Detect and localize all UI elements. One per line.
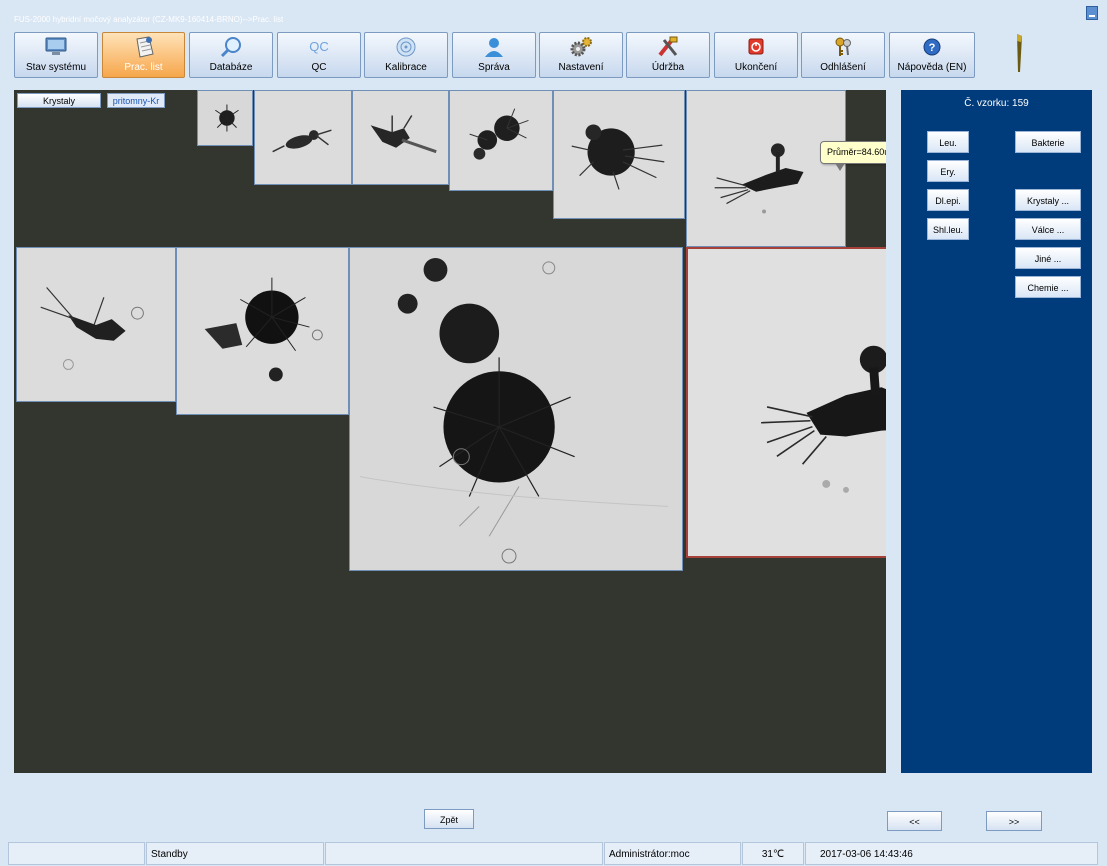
crystal-image-tile[interactable] (449, 90, 553, 191)
tab-label: Databáze (209, 62, 253, 73)
tools-icon (655, 36, 681, 58)
keys-icon (830, 36, 856, 58)
tab-label: Odhlášení (820, 62, 866, 73)
crystal-image-tile[interactable] (254, 90, 352, 185)
status-state: Standby (146, 842, 324, 865)
pen-icon (1017, 34, 1022, 72)
tab-label: Správa (478, 62, 510, 73)
back-button[interactable]: Zpět (424, 809, 474, 829)
crystal-image-tile[interactable] (197, 90, 253, 146)
tab-label: Kalibrace (385, 62, 427, 73)
tab-label: Údržba (651, 62, 685, 73)
status-datetime: 2017-03-06 14:43:46 (805, 842, 1098, 865)
tab-databaze[interactable]: Databáze (189, 32, 273, 78)
class-button-bakterie[interactable]: Bakterie (1015, 131, 1081, 153)
crystal-image-tile[interactable] (176, 247, 349, 415)
next-page-button[interactable]: >> (986, 811, 1042, 831)
power-icon (743, 36, 769, 58)
class-button-shl-leu[interactable]: Shl.leu. (927, 218, 969, 240)
qc-icon: QC (306, 36, 332, 58)
tab-label: Stav systému (25, 62, 87, 73)
status-cell-empty (8, 842, 145, 865)
class-button-leu[interactable]: Leu. (927, 131, 969, 153)
sample-number: Č. vzorku: 159 (964, 98, 1029, 109)
crystal-image-tile[interactable] (16, 247, 176, 402)
class-button-valce[interactable]: Válce ... (1015, 218, 1081, 240)
status-user: Administrátor:moc (604, 842, 741, 865)
tab-label: Prac. list (124, 62, 163, 73)
tab-label: Ukončení (734, 62, 778, 73)
main-toolbar: Stav systému Prac. list Databáze QC QC K… (14, 32, 994, 78)
crystal-image-tile[interactable] (352, 90, 449, 185)
crystal-image-tile[interactable] (686, 90, 846, 247)
svg-text:QC: QC (309, 39, 329, 54)
calibration-icon (393, 36, 419, 58)
tab-qc[interactable]: QC QC (277, 32, 361, 78)
crystal-image-tile[interactable] (553, 90, 685, 219)
crystal-image-tile-selected[interactable] (686, 247, 886, 558)
tab-stav-systemu[interactable]: Stav systému (14, 32, 98, 78)
image-workspace: Krystaly pritomny-Kr Průměr=84.60um (14, 90, 886, 773)
monitor-icon (43, 36, 69, 58)
class-button-chemie[interactable]: Chemie ... (1015, 276, 1081, 298)
tab-napoveda[interactable]: ? Nápověda (EN) (889, 32, 975, 78)
prev-page-button[interactable]: << (887, 811, 942, 831)
status-bar: Standby Administrátor:moc 31℃ 2017-03-06… (8, 842, 1098, 865)
tab-label: Nastavení (558, 62, 604, 73)
svg-text:?: ? (929, 42, 936, 54)
class-button-ery[interactable]: Ery. (927, 160, 969, 182)
diameter-tooltip: Průměr=84.60um (820, 141, 886, 171)
class-button-dl-epi[interactable]: Dl.epi. (927, 189, 969, 211)
tab-odhlaseni[interactable]: Odhlášení (801, 32, 885, 78)
help-icon: ? (919, 36, 945, 58)
tab-label: Nápověda (EN) (897, 62, 967, 73)
category-button-krystaly[interactable]: Krystaly (17, 93, 101, 108)
magnifier-icon (218, 36, 244, 58)
status-cell-empty (325, 842, 603, 865)
window-title: FUS-2000 hybridní močový analyzátor (CZ-… (14, 15, 284, 24)
window-minimize-icon[interactable] (1086, 6, 1098, 20)
user-icon (481, 36, 507, 58)
subcategory-label: pritomny-Kr (107, 93, 165, 108)
class-button-jine[interactable]: Jiné ... (1015, 247, 1081, 269)
gears-icon (568, 36, 594, 58)
tab-sprava[interactable]: Správa (452, 32, 536, 78)
tab-label: QC (311, 62, 327, 73)
tab-nastaveni[interactable]: Nastavení (539, 32, 623, 78)
tab-ukonceni[interactable]: Ukončení (714, 32, 798, 78)
status-temperature: 31℃ (742, 842, 804, 865)
classification-panel: Č. vzorku: 159 Leu. Bakterie Ery. Dl.epi… (901, 90, 1092, 773)
class-button-krystaly[interactable]: Krystaly ... (1015, 189, 1081, 211)
tab-prac-list[interactable]: Prac. list (102, 32, 185, 78)
tab-udrzba[interactable]: Údržba (626, 32, 710, 78)
crystal-image-tile[interactable] (349, 247, 683, 571)
worklist-icon (131, 36, 157, 58)
tab-kalibrace[interactable]: Kalibrace (364, 32, 448, 78)
